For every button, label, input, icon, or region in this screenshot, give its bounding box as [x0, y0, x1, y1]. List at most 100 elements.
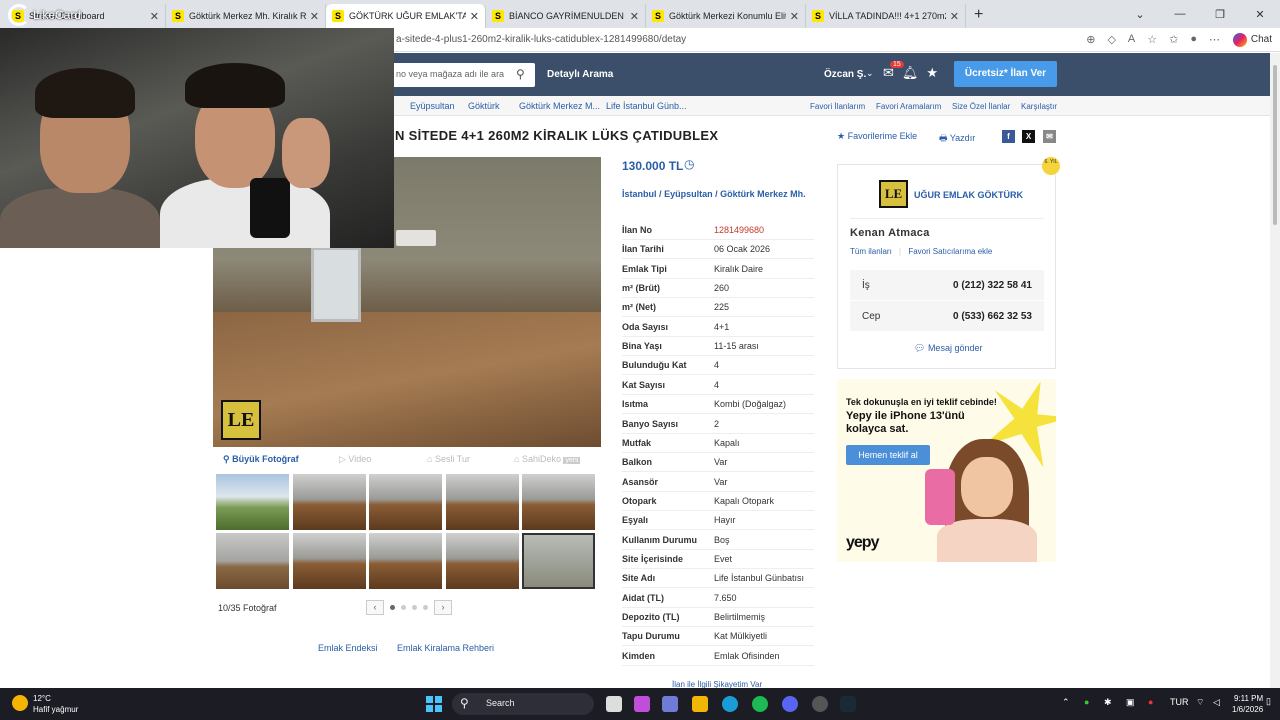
price-history-icon[interactable]: ◷: [684, 157, 694, 171]
microphone-icon[interactable]: ●: [1148, 697, 1153, 707]
app-tray-icon[interactable]: ▣: [1126, 697, 1135, 708]
page-dot[interactable]: [390, 605, 395, 610]
compare-link[interactable]: Karşılaştır: [1021, 102, 1057, 111]
tab-4[interactable]: S Göktürk Merkezi Konumlu Elit Site ✕: [646, 4, 806, 28]
location-district[interactable]: Eyüpsultan: [664, 189, 713, 199]
close-icon[interactable]: ✕: [630, 10, 639, 23]
chat-button[interactable]: Chat: [1232, 32, 1272, 47]
discord-icon[interactable]: [782, 696, 798, 712]
sahideko-button[interactable]: ⌂ SahiDeko yeni: [514, 454, 581, 464]
thumbnail[interactable]: [369, 474, 442, 530]
close-window-icon[interactable]: ✕: [1240, 8, 1280, 21]
favorite-searches-link[interactable]: Favori Aramalarım: [876, 102, 941, 111]
scrollbar[interactable]: [1270, 53, 1280, 688]
windows-start-icon[interactable]: [426, 696, 442, 712]
send-message-link[interactable]: 💬︎ Mesaj gönder: [914, 343, 982, 354]
new-tab-icon[interactable]: +: [966, 6, 991, 24]
thumbnail[interactable]: [369, 533, 442, 589]
steam-icon[interactable]: [840, 696, 856, 712]
thumbnail[interactable]: [216, 533, 289, 589]
thumbnail[interactable]: [216, 474, 289, 530]
url-field[interactable]: a-sitede-4-plus1-260m2-kiralik-luks-cati…: [396, 34, 686, 45]
favorite-listings-link[interactable]: Favori İlanlarım: [810, 102, 865, 111]
tab-2[interactable]: S GÖKTÜRK UĞUR EMLAK'TAN SİTEDE ✕: [326, 4, 486, 28]
search-input[interactable]: no veya mağaza adı ile ara: [392, 63, 535, 87]
x-twitter-icon[interactable]: X: [1022, 130, 1035, 143]
add-favorite-link[interactable]: ★ Favorilerime Ekle: [837, 131, 917, 142]
location-city[interactable]: İstanbul: [622, 189, 657, 199]
minimize-icon[interactable]: —: [1160, 8, 1200, 20]
zoom-icon[interactable]: ⊕: [1086, 33, 1095, 46]
thumbnail[interactable]: [522, 474, 595, 530]
rental-guide-link[interactable]: Emlak Kiralama Rehberi: [397, 643, 494, 653]
breadcrumb-item[interactable]: Life İstanbul Günb...: [606, 101, 687, 111]
close-icon[interactable]: ✕: [310, 10, 319, 23]
obs-icon[interactable]: [812, 696, 828, 712]
status-dot-icon[interactable]: ●: [1084, 697, 1089, 707]
chevron-down-icon[interactable]: ⌄: [866, 68, 874, 79]
close-icon[interactable]: ✕: [790, 10, 799, 23]
profile-icon[interactable]: ●: [1190, 33, 1197, 46]
thumbnail[interactable]: [293, 474, 366, 530]
taskbar-search[interactable]: ⚲ Search: [452, 693, 594, 715]
search-icon[interactable]: ⚲: [516, 67, 525, 81]
store-name[interactable]: UĞUR EMLAK GÖKTÜRK: [914, 190, 1023, 200]
maximize-icon[interactable]: ❐: [1200, 8, 1240, 21]
file-explorer-icon[interactable]: [692, 696, 708, 712]
large-photo-button[interactable]: ⚲ Büyük Fotoğraf: [223, 454, 299, 465]
close-icon[interactable]: ✕: [950, 10, 959, 23]
favorites-icon[interactable]: ✩: [1169, 33, 1178, 46]
next-page-button[interactable]: ›: [434, 600, 452, 615]
star-icon[interactable]: ★: [926, 65, 938, 81]
close-icon[interactable]: ✕: [150, 10, 159, 23]
user-menu[interactable]: Özcan Ş.: [824, 69, 866, 80]
volume-icon[interactable]: ◁: [1213, 697, 1220, 708]
thumbnail-selected[interactable]: [522, 533, 595, 589]
star-icon[interactable]: ☆: [1147, 33, 1157, 46]
page-dot[interactable]: [412, 605, 417, 610]
print-link[interactable]: 🖶︎ Yazdır: [939, 131, 975, 147]
language-indicator[interactable]: TUR: [1170, 697, 1189, 707]
chevron-down-icon[interactable]: ⌄: [1120, 8, 1160, 21]
read-aloud-icon[interactable]: A: [1128, 33, 1135, 46]
task-view-icon[interactable]: [606, 696, 622, 712]
network-icon[interactable]: ⌔: [1196, 697, 1204, 708]
thumbnail[interactable]: [293, 533, 366, 589]
advertisement[interactable]: Tek dokunuşla en iyi teklif cebinde! Yep…: [837, 379, 1056, 562]
breadcrumb-item[interactable]: Eyüpsultan: [410, 101, 455, 111]
phone-number[interactable]: 0 (533) 662 32 53: [953, 311, 1032, 322]
email-share-icon[interactable]: ✉: [1043, 130, 1056, 143]
more-icon[interactable]: ⋯: [1209, 33, 1220, 46]
chevron-up-icon[interactable]: ⌃: [1062, 697, 1070, 708]
thumbnail[interactable]: [446, 533, 519, 589]
real-estate-index-link[interactable]: Emlak Endeksi: [318, 643, 378, 653]
page-dot[interactable]: [401, 605, 406, 610]
weather-widget[interactable]: 12°C Hafif yağmur: [33, 693, 78, 715]
page-dot[interactable]: [423, 605, 428, 610]
breadcrumb-item[interactable]: Göktürk Merkez M...: [519, 101, 600, 111]
store-logo[interactable]: LE: [879, 180, 908, 208]
facebook-icon[interactable]: f: [1002, 130, 1015, 143]
tab-1[interactable]: S Göktürk Merkez Mh. Kiralık Rezidans ✕: [166, 4, 326, 28]
scrollbar-thumb[interactable]: [1273, 65, 1277, 225]
edge-icon[interactable]: [722, 696, 738, 712]
special-listings-link[interactable]: Size Özel İlanlar: [952, 102, 1010, 111]
phone-number[interactable]: 0 (212) 322 58 41: [953, 280, 1032, 291]
all-listings-link[interactable]: Tüm ilanları: [850, 247, 892, 256]
notification-icon[interactable]: ▯: [1266, 696, 1271, 707]
video-button[interactable]: ▷ Video: [339, 454, 371, 465]
detailed-search-link[interactable]: Detaylı Arama: [547, 69, 613, 80]
breadcrumb-item[interactable]: Göktürk: [468, 101, 500, 111]
audio-tour-button[interactable]: ⌂ Sesli Tur: [427, 454, 470, 464]
bell-icon[interactable]: 🔔︎: [902, 65, 919, 81]
clock[interactable]: 9:11 PM 1/6/2026: [1232, 693, 1263, 715]
post-listing-button[interactable]: Ücretsiz* İlan Ver: [954, 61, 1057, 87]
tab-3[interactable]: S BİANCO GAYRİMENULDEN 4+1 TR ✕: [486, 4, 646, 28]
add-favorite-seller-link[interactable]: Favori Satıcılarıma ekle: [908, 247, 992, 256]
location-neighborhood[interactable]: Göktürk Merkez Mh.: [720, 189, 806, 199]
copilot-icon[interactable]: [634, 696, 650, 712]
thumbnail[interactable]: [446, 474, 519, 530]
store-icon[interactable]: [662, 696, 678, 712]
spotify-icon[interactable]: [752, 696, 768, 712]
close-icon[interactable]: ✕: [470, 10, 479, 23]
